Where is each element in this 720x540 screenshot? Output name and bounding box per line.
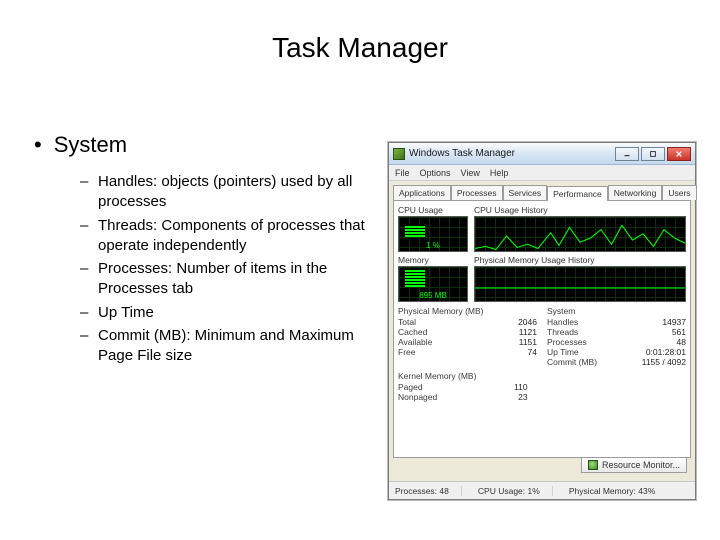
stat-value: 0:01:28:01 [646,347,686,357]
system-title: System [547,306,686,316]
minimize-button[interactable] [615,147,639,161]
maximize-button[interactable] [641,147,665,161]
physical-memory-box: Physical Memory (MB) Total 2046 Cached 112… [398,306,537,367]
performance-panel: CPU Usage 1 % CPU Usage History [393,200,691,458]
resource-monitor-button[interactable]: Resource Monitor... [581,457,687,473]
list-item: Commit (MB): Minimum and Maximum Page Fi… [80,326,370,367]
menubar: File Options View Help [389,165,695,181]
menu-help[interactable]: Help [490,168,509,178]
cpu-usage-value: 1 % [399,241,467,250]
menu-options[interactable]: Options [420,168,451,178]
stat-label: Threads [547,327,578,337]
stat-value: 1151 [519,337,537,347]
tab-bar: Applications Processes Services Performa… [389,181,695,200]
cpu-history-label: CPU Usage History [474,205,686,215]
stat-label: Total [398,317,416,327]
window-title: Windows Task Manager [409,148,611,159]
titlebar[interactable]: Windows Task Manager [389,143,695,165]
resource-monitor-label: Resource Monitor... [602,460,680,470]
cpu-usage-meter: 1 % [398,216,468,252]
close-button[interactable] [667,147,691,161]
cpu-usage-label: CPU Usage [398,205,468,215]
stat-label: Cached [398,327,427,337]
stat-value: 23 [518,392,527,402]
kernel-memory-box: Kernel Memory (MB) Paged 110 Nonpaged 23 [398,371,528,402]
tab-services[interactable]: Services [503,185,548,200]
stat-label: Paged [398,382,423,392]
stat-label: Available [398,337,432,347]
stat-label: Processes [547,337,587,347]
menu-view[interactable]: View [461,168,480,178]
tab-networking[interactable]: Networking [608,185,663,200]
bullet-heading-system: System [34,132,127,158]
memory-history-label: Physical Memory Usage History [474,255,686,265]
stat-label: Nonpaged [398,392,437,402]
stat-value: 14937 [662,317,686,327]
status-bar: Processes: 48 CPU Usage: 1% Physical Mem… [389,481,695,499]
kernel-memory-title: Kernel Memory (MB) [398,371,528,381]
memory-label: Memory [398,255,468,265]
physical-memory-title: Physical Memory (MB) [398,306,537,316]
resource-monitor-icon [588,460,598,470]
window-controls [615,147,691,161]
stat-label: Handles [547,317,578,327]
stat-value: 1121 [519,327,537,337]
tab-performance[interactable]: Performance [547,186,608,201]
stat-value: 110 [514,382,528,392]
stat-value: 561 [672,327,686,337]
stat-value: 1155 / 4092 [642,357,686,367]
tab-applications[interactable]: Applications [393,185,451,200]
memory-history-graph [474,266,686,302]
status-cpu: CPU Usage: 1% [478,486,553,496]
list-item: Handles: objects (pointers) used by all … [80,172,370,213]
cpu-history-graph [474,216,686,252]
system-box: System Handles 14937 Threads 561 Processes… [547,306,686,367]
stat-label: Free [398,347,415,357]
memory-meter: 895 MB [398,266,468,302]
tab-processes[interactable]: Processes [451,185,503,200]
stat-label: Up Time [547,347,579,357]
sub-bullet-list: Handles: objects (pointers) used by all … [80,172,370,369]
stat-value: 74 [528,347,537,357]
list-item: Processes: Number of items in the Proces… [80,259,370,300]
stat-value: 2046 [518,317,537,327]
app-icon [393,148,405,160]
status-memory: Physical Memory: 43% [569,486,655,496]
tab-users[interactable]: Users [662,185,696,200]
stat-label: Commit (MB) [547,357,597,367]
list-item: Up Time [80,303,370,323]
list-item: Threads: Components of processes that op… [80,216,370,257]
slide-title: Task Manager [0,32,720,64]
status-processes: Processes: 48 [395,486,462,496]
menu-file[interactable]: File [395,168,410,178]
stat-value: 48 [677,337,686,347]
memory-value: 895 MB [399,291,467,300]
task-manager-window: Windows Task Manager File Options View H… [388,142,696,500]
